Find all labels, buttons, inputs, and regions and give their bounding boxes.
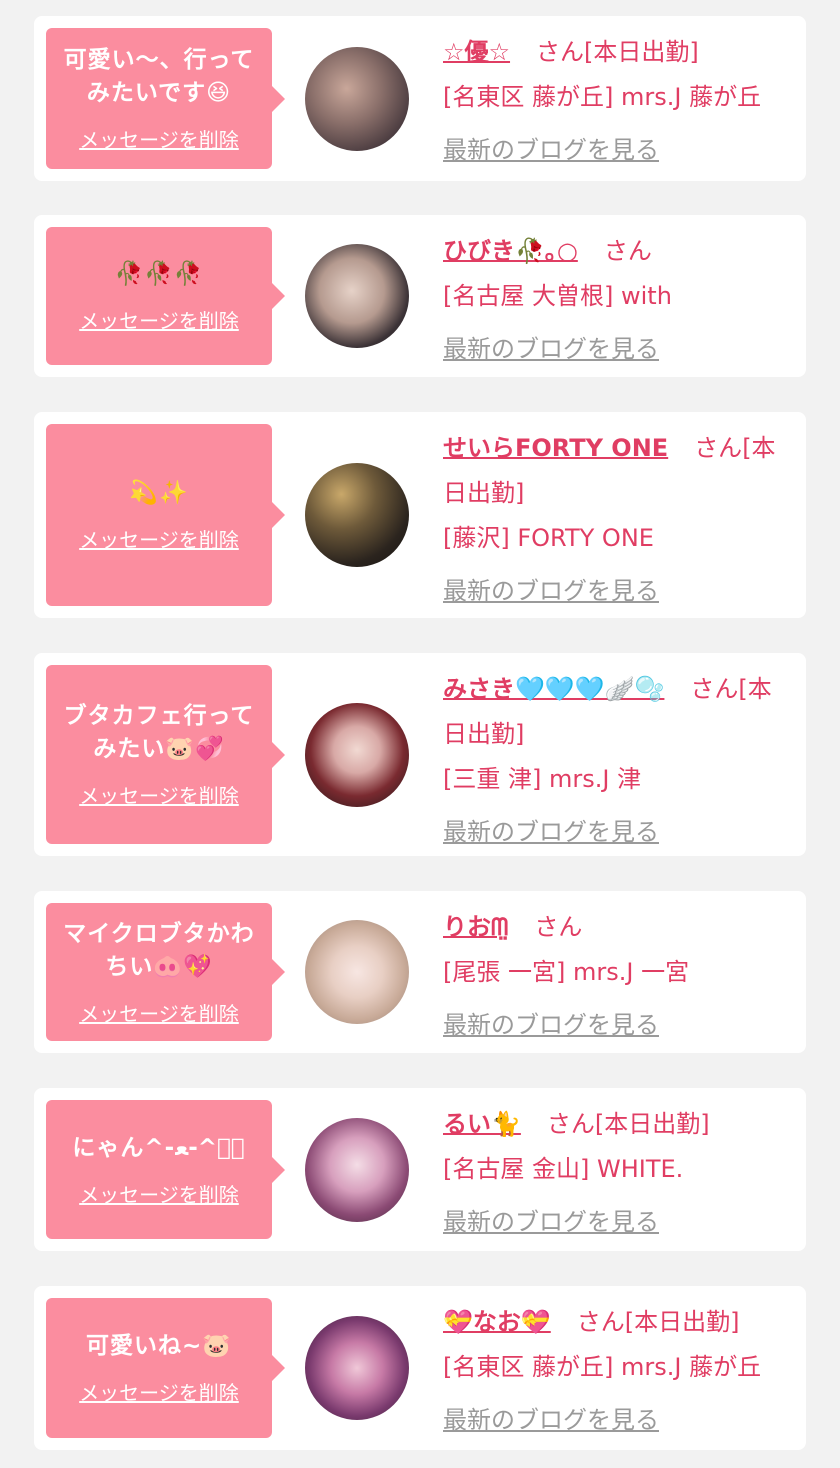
cast-info: みさき🩵🩵🩵🪽🫧 さん[本日出勤] [三重 津] mrs.J 津 最新のブログを見… xyxy=(443,667,794,855)
message-bubble: 可愛い〜、行って みたいです😆 メッセージを削除 xyxy=(46,28,285,169)
message-text: ブタカフェ行って みたい🐷💞 xyxy=(63,703,255,762)
avatar[interactable] xyxy=(305,920,409,1024)
shop-name: [名古屋 金山] WHITE. xyxy=(443,1155,684,1183)
message-card: 💫✨ メッセージを削除 せいらFORTY ONE さん[本日出勤] [藤沢] FO… xyxy=(34,412,806,618)
cast-name-link[interactable]: せいらFORTY ONE xyxy=(443,434,668,462)
message-text: 可愛いね~🐷 xyxy=(86,1333,232,1359)
honorific: さん xyxy=(694,434,743,462)
cast-info: ☆優☆ さん[本日出勤] [名東区 藤が丘] mrs.J 藤が丘 最新のブログを見… xyxy=(443,30,794,173)
avatar[interactable] xyxy=(305,244,409,348)
message-bubble: 可愛いね~🐷 メッセージを削除 xyxy=(46,1298,285,1438)
cast-name-link[interactable]: ☆優☆ xyxy=(443,38,510,66)
shop-name: [名古屋 大曽根] with xyxy=(443,282,672,310)
message-list: 可愛い〜、行って みたいです😆 メッセージを削除 ☆優☆ さん[本日出勤] [名東… xyxy=(0,0,840,1468)
avatar[interactable] xyxy=(305,463,409,567)
latest-blog-link[interactable]: 最新のブログを見る xyxy=(443,128,659,173)
honorific: さん xyxy=(546,1110,595,1138)
avatar[interactable] xyxy=(305,1316,409,1420)
cast-name-link[interactable]: りおᗰ̤ xyxy=(443,913,508,941)
latest-blog-link[interactable]: 最新のブログを見る xyxy=(443,810,659,855)
honorific: さん xyxy=(576,1308,625,1336)
message-bubble: ブタカフェ行って みたい🐷💞 メッセージを削除 xyxy=(46,665,285,844)
message-text: 💫✨ xyxy=(129,480,189,506)
cast-name-link[interactable]: みさき🩵🩵🩵🪽🫧 xyxy=(443,675,664,703)
message-card: 可愛い〜、行って みたいです😆 メッセージを削除 ☆優☆ さん[本日出勤] [名東… xyxy=(34,16,806,181)
delete-message-link[interactable]: メッセージを削除 xyxy=(79,1179,239,1208)
shop-name: [尾張 一宮] mrs.J 一宮 xyxy=(443,958,690,986)
shop-name: [名東区 藤が丘] mrs.J 藤が丘 xyxy=(443,83,762,111)
message-bubble: にゃん^-ﻌ-^ฅ゙ メッセージを削除 xyxy=(46,1100,285,1239)
delete-message-link[interactable]: メッセージを削除 xyxy=(79,780,239,809)
message-card: 🥀🥀🥀 メッセージを削除 ひびき🥀｡○ さん [名古屋 大曽根] with 最新の… xyxy=(34,215,806,377)
latest-blog-link[interactable]: 最新のブログを見る xyxy=(443,1003,659,1048)
latest-blog-link[interactable]: 最新のブログを見る xyxy=(443,327,659,372)
delete-message-link[interactable]: メッセージを削除 xyxy=(79,524,239,553)
latest-blog-link[interactable]: 最新のブログを見る xyxy=(443,1200,659,1245)
avatar[interactable] xyxy=(305,1117,409,1222)
delete-message-link[interactable]: メッセージを削除 xyxy=(79,1377,239,1406)
message-text: にゃん^-ﻌ-^ฅ゙ xyxy=(72,1134,246,1161)
message-bubble: 🥀🥀🥀 メッセージを削除 xyxy=(46,227,285,365)
avatar[interactable] xyxy=(305,46,409,151)
cast-info: せいらFORTY ONE さん[本日出勤] [藤沢] FORTY ONE 最新のブ… xyxy=(443,426,794,614)
message-text: 可愛い〜、行って みたいです😆 xyxy=(63,47,255,106)
cast-info: ひびき🥀｡○ さん [名古屋 大曽根] with 最新のブログを見る xyxy=(443,229,794,372)
cast-name-link[interactable]: ひびき🥀｡○ xyxy=(443,237,578,265)
delete-message-link[interactable]: メッセージを削除 xyxy=(79,305,239,334)
message-text: マイクロブタかわ ちい🐽💖 xyxy=(63,920,255,980)
attendance-status: [本日出勤] xyxy=(594,1110,710,1138)
cast-info: 💝なお💝 さん[本日出勤] [名東区 藤が丘] mrs.J 藤が丘 最新のブログを… xyxy=(443,1300,794,1443)
cast-info: りおᗰ̤ さん [尾張 一宮] mrs.J 一宮 最新のブログを見る xyxy=(443,905,794,1048)
latest-blog-link[interactable]: 最新のブログを見る xyxy=(443,1398,659,1443)
message-card: マイクロブタかわ ちい🐽💖 メッセージを削除 りおᗰ̤ さん [尾張 一宮] mr… xyxy=(34,891,806,1053)
delete-message-link[interactable]: メッセージを削除 xyxy=(79,124,239,153)
honorific: さん xyxy=(603,237,652,265)
message-text: 🥀🥀🥀 xyxy=(114,261,204,287)
cast-name-link[interactable]: 💝なお💝 xyxy=(443,1308,551,1336)
avatar[interactable] xyxy=(305,702,409,807)
shop-name: [名東区 藤が丘] mrs.J 藤が丘 xyxy=(443,1353,762,1381)
attendance-status: [本日出勤] xyxy=(624,1308,740,1336)
shop-name: [三重 津] mrs.J 津 xyxy=(443,765,642,793)
shop-name: [藤沢] FORTY ONE xyxy=(443,524,654,552)
message-card: 可愛いね~🐷 メッセージを削除 💝なお💝 さん[本日出勤] [名東区 藤が丘] m… xyxy=(34,1286,806,1450)
delete-message-link[interactable]: メッセージを削除 xyxy=(79,998,239,1027)
message-bubble: 💫✨ メッセージを削除 xyxy=(46,424,285,606)
message-bubble: マイクロブタかわ ちい🐽💖 メッセージを削除 xyxy=(46,903,285,1041)
latest-blog-link[interactable]: 最新のブログを見る xyxy=(443,569,659,614)
cast-info: るい🐈 さん[本日出勤] [名古屋 金山] WHITE. 最新のブログを見る xyxy=(443,1102,794,1245)
cast-name-link[interactable]: るい🐈 xyxy=(443,1110,521,1138)
honorific: さん xyxy=(690,675,739,703)
attendance-status: [本日出勤] xyxy=(584,38,699,66)
message-card: にゃん^-ﻌ-^ฅ゙ メッセージを削除 るい🐈 さん[本日出勤] [名古屋 金山]… xyxy=(34,1088,806,1251)
honorific: さん xyxy=(534,913,583,941)
honorific: さん xyxy=(536,38,585,66)
message-card: ブタカフェ行って みたい🐷💞 メッセージを削除 みさき🩵🩵🩵🪽🫧 さん[本日出勤]… xyxy=(34,653,806,856)
